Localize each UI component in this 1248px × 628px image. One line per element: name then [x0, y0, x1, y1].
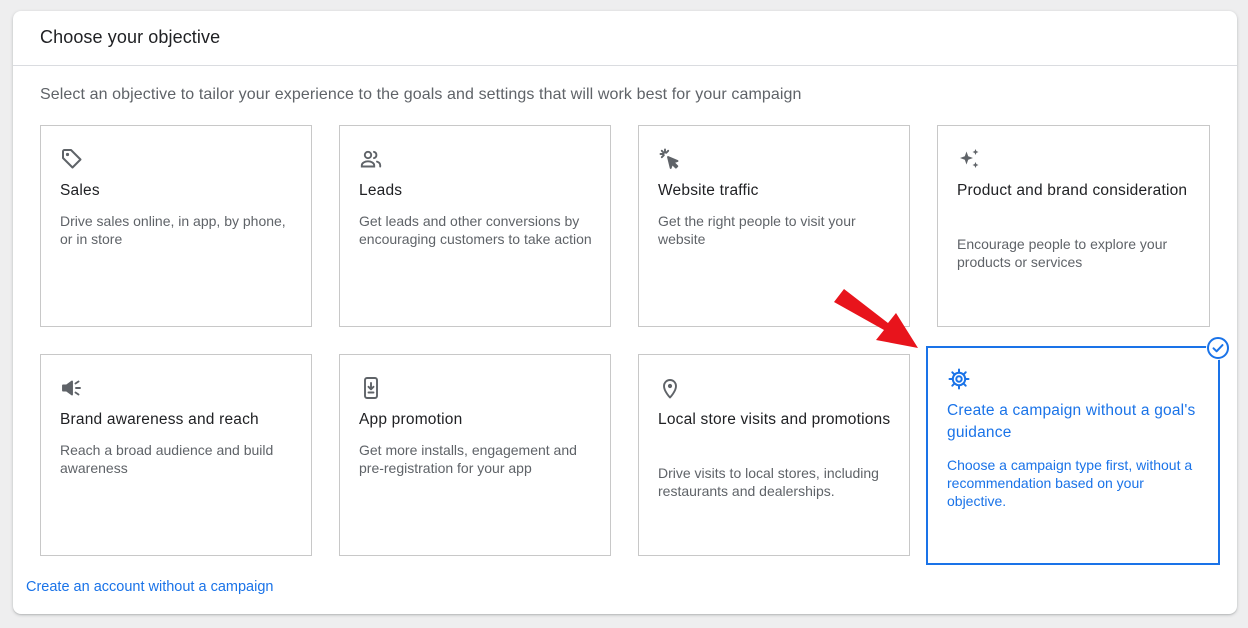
objective-card-description: Drive visits to local stores, including … [658, 465, 879, 499]
megaphone-icon [60, 376, 84, 400]
cursor-click-icon [658, 147, 682, 171]
objective-card-local-store-visits[interactable]: Local store visits and promotions Drive … [638, 354, 910, 556]
objective-card-description: Get leads and other conversions by encou… [359, 213, 592, 247]
annotation-arrow [830, 286, 922, 352]
objective-card-no-goal-guidance[interactable]: Create a campaign without a goal's guida… [926, 346, 1220, 565]
selected-check-icon [1206, 336, 1230, 360]
objective-instructions: Select an objective to tailor your exper… [40, 86, 802, 103]
create-account-without-campaign-link[interactable]: Create an account without a campaign [26, 579, 273, 595]
objective-card-sales[interactable]: Sales Drive sales online, in app, by pho… [40, 125, 312, 327]
objective-card-title: Brand awareness and reach [60, 411, 259, 428]
objective-card-title: Website traffic [658, 182, 759, 199]
objective-card-description: Drive sales online, in app, by phone, or… [60, 213, 286, 247]
objective-card-description: Choose a campaign type first, without a … [947, 457, 1193, 509]
phone-download-icon [359, 376, 383, 400]
people-icon [359, 147, 383, 171]
location-pin-icon [658, 376, 682, 400]
objective-card-leads[interactable]: Leads Get leads and other conversions by… [339, 125, 611, 327]
objective-card-title: Create a campaign without a goal's guida… [947, 402, 1196, 441]
objective-card-title: Sales [60, 182, 100, 199]
objective-card-title: Product and brand consideration [957, 182, 1188, 199]
objective-card-product-brand-consideration[interactable]: Product and brand consideration Encourag… [937, 125, 1210, 327]
objective-card-app-promotion[interactable]: App promotion Get more installs, engagem… [339, 354, 611, 556]
objective-card-description: Reach a broad audience and build awarene… [60, 442, 274, 476]
sparkle-icon [957, 147, 981, 171]
panel-title: Choose your objective [40, 27, 221, 47]
header-divider [13, 65, 1237, 66]
objective-card-title: Local store visits and promotions [658, 411, 891, 428]
objective-card-description: Get more installs, engagement and pre-re… [359, 442, 577, 476]
objective-card-description: Get the right people to visit your websi… [658, 213, 856, 247]
objective-card-title: Leads [359, 182, 403, 199]
objective-card-title: App promotion [359, 411, 463, 428]
objective-card-brand-awareness[interactable]: Brand awareness and reach Reach a broad … [40, 354, 312, 556]
tag-icon [60, 147, 84, 171]
objective-card-description: Encourage people to explore your product… [957, 236, 1168, 270]
gear-icon [947, 367, 971, 391]
